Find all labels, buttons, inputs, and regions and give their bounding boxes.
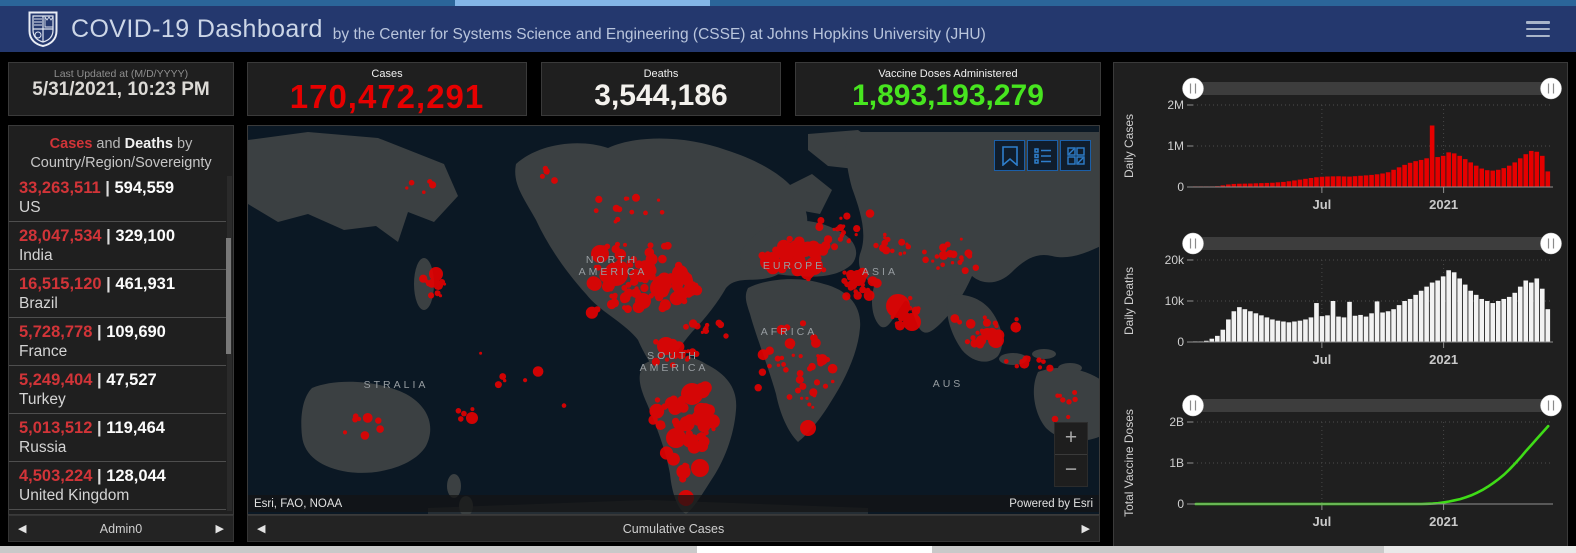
country-row[interactable]: 33,263,511 | 594,559US: [9, 174, 226, 222]
svg-text:0: 0: [1177, 497, 1184, 511]
continent-label: NORTH: [586, 254, 638, 266]
vaccine-value: 1,893,193,279: [796, 80, 1100, 112]
map-mode-prev-arrow[interactable]: ◀: [248, 522, 274, 535]
admin-prev-arrow[interactable]: ◀: [9, 522, 35, 535]
deaths-value: 3,544,186: [542, 80, 780, 112]
svg-text:1M: 1M: [1167, 139, 1184, 153]
heading-cases-word: Cases: [50, 136, 93, 152]
svg-text:2021: 2021: [1429, 514, 1458, 529]
country-list: 33,263,511 | 594,559US28,047,534 | 329,1…: [9, 174, 226, 514]
cases-value: 170,472,291: [248, 80, 526, 115]
page-subtitle: by the Center for Systems Science and En…: [333, 26, 986, 44]
svg-text:10k: 10k: [1165, 294, 1185, 308]
svg-text:2021: 2021: [1429, 352, 1458, 367]
country-row[interactable]: 28,047,534 | 329,100India: [9, 222, 226, 270]
time-slider-track[interactable]: [1183, 237, 1561, 250]
attribution-sources: Esri, FAO, NOAA: [254, 498, 342, 510]
svg-text:0: 0: [1177, 180, 1184, 194]
page-title: COVID-19 Dashboard: [71, 15, 323, 44]
svg-text:Jul: Jul: [1312, 197, 1331, 212]
time-slider-handle-right[interactable]: [1541, 395, 1562, 416]
time-slider-track[interactable]: [1183, 82, 1561, 95]
country-row[interactable]: 5,249,404 | 47,527Turkey: [9, 366, 226, 414]
hamburger-menu-icon[interactable]: [1526, 21, 1550, 39]
heading-deaths-word: Deaths: [125, 136, 173, 152]
app-header: COVID-19 Dashboard by the Center for Sys…: [0, 6, 1576, 52]
time-slider-handle-right[interactable]: [1541, 78, 1562, 99]
legend-list-icon[interactable]: [1027, 140, 1058, 171]
daily-deaths-chart: 0 10k 20k Jul 2021 Daily Deaths: [1117, 226, 1565, 376]
admin-next-arrow[interactable]: ▶: [207, 522, 233, 535]
total-vaccine-doses-chart: 0 1B 2B Jul 2021 Total Vaccine Doses: [1117, 388, 1565, 538]
vaccine-doses-panel: Vaccine Doses Administered 1,893,193,279: [795, 62, 1101, 116]
map-zoom-control: + −: [1054, 422, 1088, 487]
admin-level-label: Admin0: [100, 522, 142, 536]
time-slider-track[interactable]: [1183, 399, 1561, 412]
continent-label: AFRICA: [761, 326, 818, 338]
svg-text:20k: 20k: [1165, 253, 1185, 267]
map-canvas[interactable]: NORTHAMERICASOUTHAMERICAEUROPEASIAAFRICA…: [248, 126, 1100, 515]
zoom-in-button[interactable]: +: [1055, 423, 1087, 454]
continent-label: SOUTH: [647, 350, 699, 362]
scrollbar-thumb[interactable]: [697, 546, 932, 553]
country-list-panel: Cases and Deaths by Country/Region/Sover…: [8, 125, 234, 515]
country-row[interactable]: 5,728,778 | 109,690France: [9, 318, 226, 366]
map-mode-next-arrow[interactable]: ▶: [1073, 522, 1099, 535]
svg-text:1B: 1B: [1169, 456, 1184, 470]
country-list-heading: Cases and Deaths by: [9, 126, 233, 153]
continent-label: EUROPE: [763, 260, 825, 272]
zoom-out-button[interactable]: −: [1055, 454, 1087, 486]
basemap-gallery-icon[interactable]: [1060, 140, 1091, 171]
svg-text:0: 0: [1177, 335, 1184, 349]
svg-text:2021: 2021: [1429, 197, 1458, 212]
svg-text:2B: 2B: [1169, 415, 1184, 429]
svg-text:2M: 2M: [1167, 98, 1184, 112]
country-list-subheading: Country/Region/Sovereignty: [9, 155, 233, 171]
country-row[interactable]: 4,503,224 | 128,044United Kingdom: [9, 462, 226, 510]
last-updated-value: 5/31/2021, 10:23 PM: [9, 80, 233, 100]
country-row[interactable]: 16,515,120 | 461,931Brazil: [9, 270, 226, 318]
continent-label: ASIA: [862, 266, 898, 278]
country-list-scrollbar[interactable]: [227, 176, 232, 511]
attribution-esri[interactable]: Powered by Esri: [1009, 498, 1093, 510]
chart-y-axis-label: Total Vaccine Doses: [1122, 409, 1136, 517]
continent-label: AUS: [933, 378, 964, 390]
chart-y-axis-label: Daily Deaths: [1122, 267, 1136, 335]
world-map[interactable]: NORTHAMERICASOUTHAMERICAEUROPEASIAAFRICA…: [247, 125, 1100, 515]
country-row[interactable]: 5,013,512 | 119,464Russia: [9, 414, 226, 462]
time-slider-handle-left[interactable]: [1183, 395, 1204, 416]
map-toolbar: [994, 140, 1091, 171]
scrollbar-thumb[interactable]: [226, 238, 231, 354]
total-cases-panel: Cases 170,472,291: [247, 62, 527, 116]
total-deaths-panel: Deaths 3,544,186: [541, 62, 781, 116]
last-updated-panel: Last Updated at (M/D/YYYY) 5/31/2021, 10…: [8, 62, 234, 116]
map-attribution: Esri, FAO, NOAA Powered by Esri: [248, 495, 1099, 512]
admin-level-bar: ◀ Admin0 ▶: [8, 515, 234, 542]
chart-y-axis-label: Daily Cases: [1122, 114, 1136, 178]
charts-panel: 0 1M 2M Jul 2021 Daily Cases 0 10k 20k Jul 2021 Da…: [1113, 62, 1568, 548]
jhu-shield-icon: [28, 11, 58, 47]
time-slider-handle-left[interactable]: [1183, 233, 1204, 254]
covid-dashboard: COVID-19 Dashboard by the Center for Sys…: [0, 0, 1576, 553]
svg-text:Jul: Jul: [1312, 514, 1331, 529]
svg-text:Jul: Jul: [1312, 352, 1331, 367]
daily-cases-chart: 0 1M 2M Jul 2021 Daily Cases: [1117, 71, 1565, 221]
map-mode-label: Cumulative Cases: [623, 522, 724, 536]
bookmark-icon[interactable]: [994, 140, 1025, 171]
continent-label: AMERICA: [579, 266, 648, 278]
continent-label: AMERICA: [640, 362, 709, 374]
time-slider-handle-right[interactable]: [1541, 233, 1562, 254]
horizontal-scrollbar-bottom[interactable]: [0, 546, 1576, 553]
map-mode-bar: ◀ Cumulative Cases ▶: [247, 515, 1100, 542]
time-slider-handle-left[interactable]: [1183, 78, 1204, 99]
continent-label: STRALIA: [364, 379, 429, 391]
scrollbar-thumb[interactable]: [1384, 546, 1576, 553]
